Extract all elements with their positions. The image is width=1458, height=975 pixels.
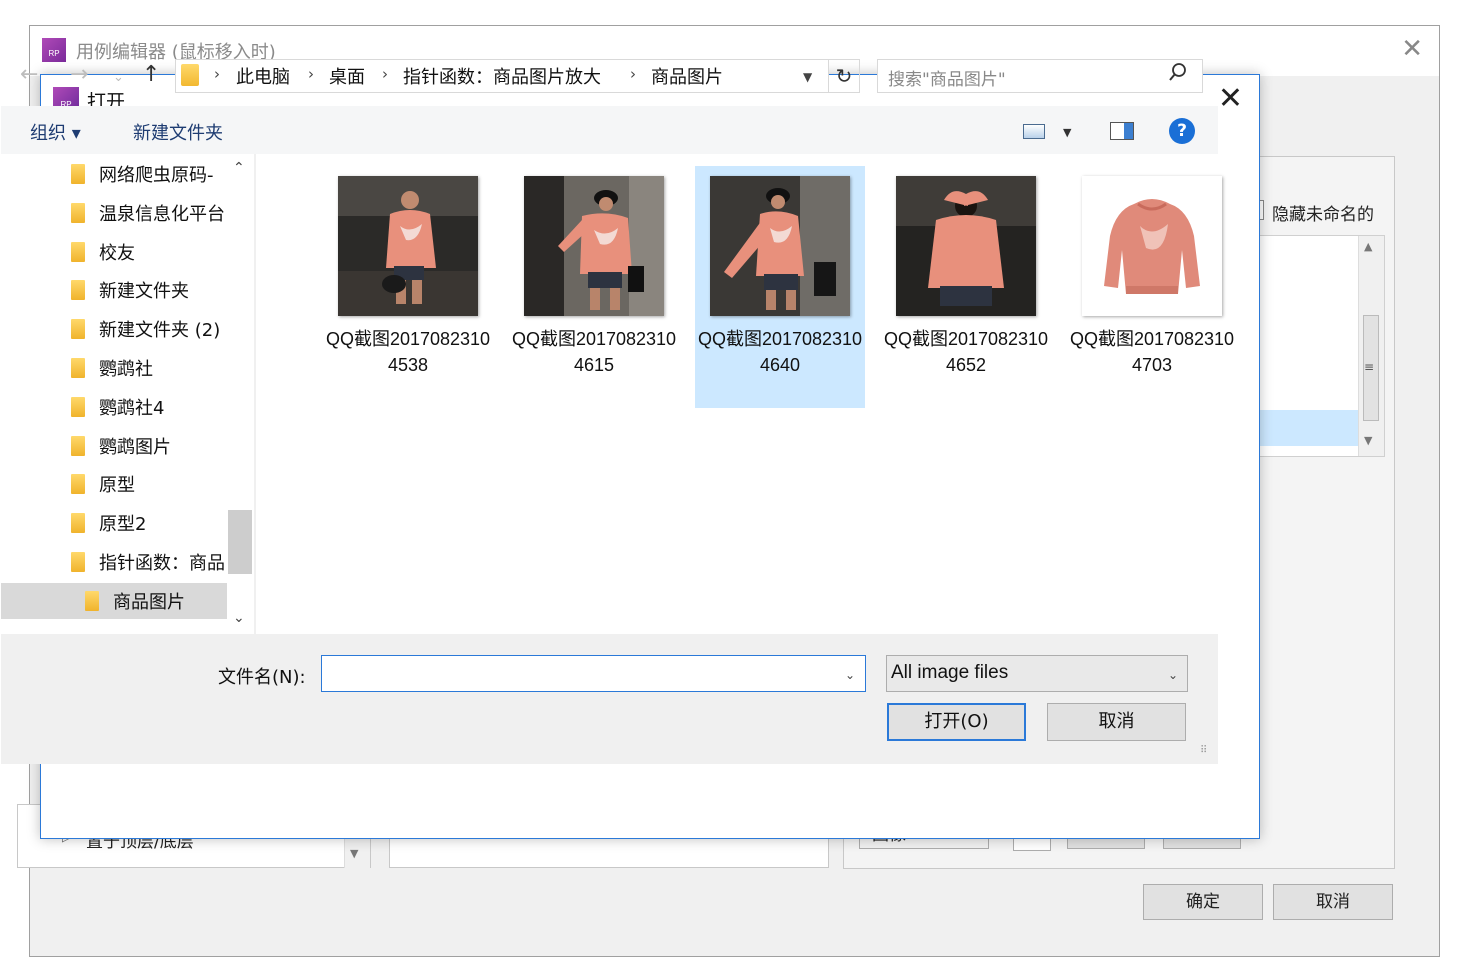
filename-label: 文件名(N): <box>218 667 306 688</box>
organize-menu-button[interactable]: 组织 ▾ <box>30 119 81 145</box>
scroll-down-icon[interactable]: ▼ <box>350 847 358 860</box>
scroll-up-icon[interactable]: ▲ <box>1364 240 1372 253</box>
filename-field[interactable] <box>321 655 866 692</box>
file-tile[interactable]: QQ截图20170823104703 <box>1067 166 1237 408</box>
view-options-dropdown-icon[interactable]: ▼ <box>1063 126 1071 139</box>
breadcrumb-current-folder[interactable]: 商品图片 <box>651 63 723 89</box>
image-thumbnail <box>1082 176 1222 316</box>
nav-tree-item-label: 校友 <box>99 242 135 264</box>
file-tile[interactable]: QQ截图20170823104538 <box>323 166 493 408</box>
navigation-pane: 网络爬虫原码- 温泉信息化平台 校友新建文件夹新建文件夹 (2) 鹦鹉社鹦鹉社4 鹦鹉图… <box>1 154 254 634</box>
breadcrumb-this-pc[interactable]: 此电脑 <box>236 63 290 89</box>
scroll-grip-icon: ≡ <box>1364 360 1375 374</box>
preview-pane-icon[interactable] <box>1110 122 1134 140</box>
nav-tree-item[interactable]: 新建文件夹 (2) <box>1 311 227 347</box>
nav-tree-item[interactable]: 鹦鹉社 <box>1 350 227 386</box>
breadcrumb-parent-folder[interactable]: 指针函数：商品图片放大 <box>403 63 601 89</box>
nav-tree-item-label: 原型 <box>99 475 135 497</box>
open-button[interactable]: 打开(O) <box>887 703 1026 741</box>
navigation-pane-scroll-thumb[interactable] <box>228 510 252 574</box>
file-name: QQ截图20170823104652 <box>883 329 1049 375</box>
folder-icon <box>71 319 85 340</box>
nav-tree-item[interactable]: 指针函数：商品 <box>1 544 227 580</box>
file-name: QQ截图20170823104703 <box>1069 329 1235 375</box>
file-name: QQ截图20170823104640 <box>697 329 863 375</box>
refresh-icon[interactable]: ↻ <box>829 59 860 93</box>
file-tile[interactable]: QQ截图20170823104652 <box>881 166 1051 408</box>
cancel-button[interactable]: 取消 <box>1047 703 1186 741</box>
nav-tree-item[interactable]: 温泉信息化平台 <box>1 195 227 231</box>
folder-icon <box>71 164 85 184</box>
folder-icon <box>71 241 85 262</box>
file-name: QQ截图20170823104538 <box>325 329 491 375</box>
nav-tree-item-label: 鹦鹉社4 <box>99 397 165 419</box>
nav-tree-item-label: 鹦鹉图片 <box>99 436 171 458</box>
image-thumbnail <box>896 176 1036 316</box>
folder-icon <box>71 513 85 534</box>
dialog-close-icon[interactable]: ✕ <box>1218 81 1243 116</box>
breadcrumb-desktop[interactable]: 桌面 <box>329 63 365 89</box>
folder-icon <box>71 474 85 495</box>
dialog-footer <box>1 634 1218 764</box>
app-logo-icon: RP <box>42 38 66 62</box>
up-arrow-icon[interactable]: ↑ <box>142 62 160 87</box>
breadcrumb-separator-icon[interactable]: › <box>308 65 314 83</box>
nav-tree-item-label: 指针函数：商品 <box>99 553 225 574</box>
image-thumbnail <box>524 176 664 316</box>
filename-history-chevron-icon[interactable]: ⌄ <box>845 668 855 682</box>
folder-icon <box>71 396 85 417</box>
file-tile[interactable]: QQ截图20170823104615 <box>509 166 679 408</box>
address-dropdown-icon[interactable]: ▼ <box>803 70 812 84</box>
nav-tree-item[interactable]: 鹦鹉图片 <box>1 428 227 464</box>
nav-tree-item-label: 商品图片 <box>113 591 185 613</box>
ok-button[interactable]: 确定 <box>1143 884 1263 920</box>
pane-divider[interactable] <box>254 154 256 634</box>
hide-unnamed-label: 隐藏未命名的 <box>1272 205 1374 225</box>
folder-icon <box>181 64 199 86</box>
nav-tree-item[interactable]: 鹦鹉社4 <box>1 389 227 425</box>
breadcrumb-separator-icon[interactable]: › <box>630 65 636 83</box>
image-thumbnail <box>338 176 478 316</box>
nav-tree-item[interactable]: 原型2 <box>1 505 227 541</box>
help-icon[interactable]: ? <box>1169 118 1195 144</box>
chevron-down-icon[interactable]: ⌄ <box>1168 668 1178 682</box>
scroll-down-icon[interactable]: ▼ <box>1364 434 1372 447</box>
search-placeholder: 搜索"商品图片" <box>888 70 1006 90</box>
editor-cancel-button[interactable]: 取消 <box>1273 884 1393 920</box>
image-thumbnail <box>710 176 850 316</box>
nav-tree-item[interactable]: 商品图片 <box>1 582 227 619</box>
breadcrumb-separator-icon[interactable]: › <box>382 65 388 83</box>
nav-tree-item[interactable]: 原型 <box>1 466 227 502</box>
file-tile-selected[interactable]: QQ截图20170823104640 <box>695 166 865 408</box>
folder-icon <box>71 280 85 301</box>
back-arrow-icon[interactable]: ← <box>20 62 38 87</box>
resize-grip-icon[interactable]: ⠿ <box>1200 745 1207 756</box>
folder-icon <box>71 552 85 572</box>
nav-tree-item-label: 温泉信息化平台 <box>99 203 225 225</box>
scroll-up-icon[interactable]: ⌃ <box>233 160 245 176</box>
scroll-down-icon[interactable]: ⌄ <box>233 610 245 626</box>
file-name: QQ截图20170823104615 <box>511 329 677 375</box>
breadcrumb-separator-icon[interactable]: › <box>214 65 220 83</box>
folder-icon <box>71 202 85 223</box>
search-icon[interactable] <box>1168 62 1188 87</box>
nav-tree-item-label: 鹦鹉社 <box>99 359 153 380</box>
nav-tree-item[interactable]: 新建文件夹 <box>1 272 227 308</box>
new-folder-button[interactable]: 新建文件夹 <box>133 119 223 145</box>
recent-locations-chevron-icon[interactable]: ⌄ <box>113 70 124 85</box>
file-type-value: All image files <box>891 662 1009 683</box>
nav-tree-item-label: 新建文件夹 (2) <box>99 320 221 342</box>
nav-tree-item[interactable]: 网络爬虫原码- <box>1 156 227 192</box>
change-view-icon[interactable] <box>1023 124 1045 139</box>
folder-icon <box>71 358 85 378</box>
folder-icon <box>85 590 99 611</box>
case-editor-close-icon[interactable]: ✕ <box>1401 34 1423 64</box>
nav-tree-item-label: 网络爬虫原码- <box>99 165 214 186</box>
nav-tree-item-label: 原型2 <box>99 514 147 536</box>
forward-arrow-icon[interactable]: → <box>70 62 88 87</box>
nav-tree-item[interactable]: 校友 <box>1 234 227 270</box>
folder-icon <box>71 435 85 456</box>
nav-tree-item-label: 新建文件夹 <box>99 281 189 303</box>
